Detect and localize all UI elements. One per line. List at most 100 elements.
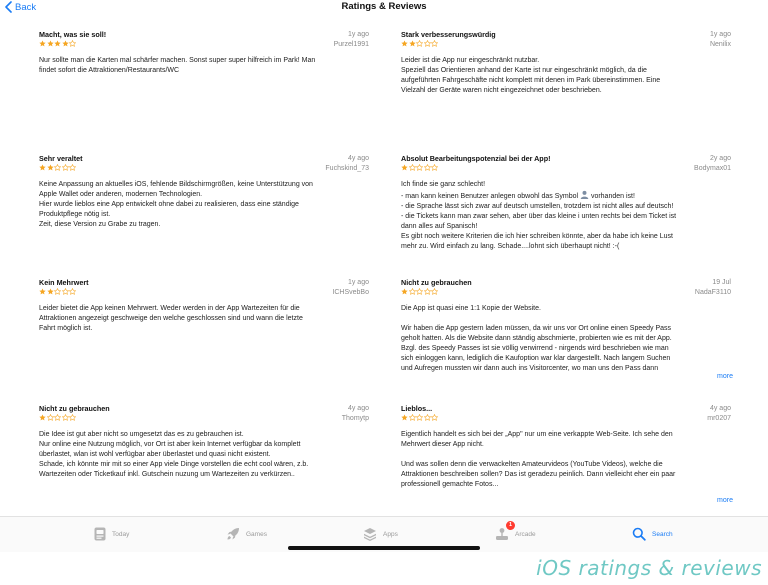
star-empty-icon — [416, 288, 424, 295]
star-empty-icon — [423, 40, 431, 47]
star-empty-icon — [61, 288, 69, 295]
star-empty-icon — [431, 414, 439, 421]
review-body: Eigentlich handelt es sich bei der „App"… — [401, 431, 676, 488]
review-date: 19 Jul — [712, 279, 731, 286]
star-empty-icon — [408, 414, 416, 421]
tab-label: Apps — [383, 530, 398, 538]
review-body-part: vorhanden ist! - die Sprache lässt sich … — [401, 193, 677, 250]
star-filled-icon — [54, 40, 61, 47]
star-filled-icon — [39, 40, 46, 47]
review-body: Die Idee ist gut aber nicht so umgesetzt… — [39, 431, 309, 478]
more-link[interactable]: more — [717, 496, 733, 506]
review-title: Stark verbesserungswürdig — [401, 30, 496, 39]
tab-apps[interactable]: Apps — [363, 525, 398, 543]
review-title: Sehr veraltet — [39, 154, 83, 163]
review-body: Die App ist quasi eine 1:1 Kopie der Web… — [401, 305, 672, 372]
star-filled-icon — [39, 288, 46, 295]
star-filled-icon — [39, 414, 46, 421]
star-rating — [39, 288, 77, 295]
today-icon — [94, 527, 106, 541]
review-title: Lieblos... — [401, 404, 433, 413]
star-filled-icon — [46, 40, 54, 47]
star-empty-icon — [408, 288, 416, 295]
review-card[interactable]: Nicht zu gebrauchen 19 Jul NadaF3110 Die… — [401, 278, 733, 396]
tab-today[interactable]: Today — [94, 525, 129, 543]
review-body: Leider ist die App nur eingeschränkt nut… — [401, 57, 661, 94]
review-author: Nenilix — [709, 41, 731, 48]
review-author: NadaF3110 — [694, 289, 731, 296]
review-title: Absolut Bearbeitungspotenzial bei der Ap… — [401, 154, 551, 163]
review-body-part: Ich finde sie ganz schlecht! - man kann … — [401, 181, 579, 200]
star-filled-icon — [39, 164, 46, 171]
star-empty-icon — [69, 40, 77, 47]
review-card[interactable]: Nicht zu gebrauchen 4y ago Thomytp Die I… — [39, 404, 369, 522]
review-title: Nicht zu gebrauchen — [401, 278, 472, 287]
more-link[interactable]: more — [717, 372, 733, 382]
review-title: Kein Mehrwert — [39, 278, 89, 287]
games-rocket-icon — [227, 528, 239, 540]
star-filled-icon — [401, 164, 408, 171]
tab-label: Arcade — [515, 530, 536, 538]
star-empty-icon — [423, 414, 431, 421]
review-date: 4y ago — [347, 155, 369, 162]
review-title: Nicht zu gebrauchen — [39, 404, 110, 413]
review-card[interactable]: Absolut Bearbeitungspotenzial bei der Ap… — [401, 154, 731, 272]
star-rating — [401, 288, 439, 295]
review-date: 1y ago — [347, 31, 369, 38]
tab-label: Today — [112, 530, 130, 538]
page-title: Ratings & Reviews — [341, 1, 427, 12]
star-empty-icon — [431, 40, 439, 47]
star-empty-icon — [408, 164, 416, 171]
user-profile-icon — [580, 190, 589, 199]
navigation-bar: Back Ratings & Reviews — [0, 0, 768, 14]
star-filled-icon — [408, 40, 416, 47]
review-date: 1y ago — [347, 279, 369, 286]
star-empty-icon — [431, 164, 439, 171]
star-filled-icon — [62, 40, 69, 47]
review-body: Nur sollte man die Karten mal schärfer m… — [39, 57, 316, 74]
review-date: 4y ago — [347, 405, 369, 412]
review-card[interactable]: Kein Mehrwert 1y ago ICHSvebBo Leider bi… — [39, 278, 369, 396]
review-author: Fuchskind_73 — [325, 165, 369, 172]
star-rating — [39, 414, 77, 421]
star-empty-icon — [61, 414, 69, 421]
star-empty-icon — [416, 164, 424, 171]
watermark-caption: iOS ratings & reviews — [536, 556, 762, 580]
star-filled-icon — [401, 40, 408, 47]
star-rating — [39, 164, 77, 171]
star-filled-icon — [401, 288, 408, 295]
review-card[interactable]: Lieblos... 4y ago mr0207 Eigentlich hand… — [401, 404, 733, 522]
star-filled-icon — [46, 164, 54, 171]
star-empty-icon — [416, 40, 424, 47]
tab-games[interactable]: Games — [226, 525, 267, 543]
star-empty-icon — [423, 164, 431, 171]
star-empty-icon — [69, 288, 77, 295]
star-empty-icon — [69, 164, 77, 171]
review-date: 2y ago — [709, 155, 731, 162]
review-date: 1y ago — [709, 31, 731, 38]
review-card[interactable]: Macht, was sie soll! 1y ago Purzel1991 N… — [39, 30, 369, 148]
star-empty-icon — [61, 164, 69, 171]
review-author: ICHSvebBo — [332, 289, 369, 296]
star-rating — [401, 164, 439, 171]
review-body: Ich finde sie ganz schlecht! - man kann … — [401, 180, 731, 252]
review-date: 4y ago — [709, 405, 731, 412]
review-body: Leider bietet die App keinen Mehrwert. W… — [39, 305, 303, 332]
star-empty-icon — [69, 414, 77, 421]
tab-arcade[interactable]: 1 Arcade — [495, 521, 536, 543]
star-rating — [39, 40, 77, 47]
review-author: mr0207 — [707, 415, 731, 422]
star-empty-icon — [54, 288, 62, 295]
tab-search[interactable]: Search — [632, 525, 673, 543]
star-empty-icon — [431, 288, 439, 295]
star-filled-icon — [401, 414, 408, 421]
review-card[interactable]: Stark verbesserungswürdig 1y ago Nenilix… — [401, 30, 731, 148]
star-rating — [401, 414, 439, 421]
review-author: Purzel1991 — [333, 41, 369, 48]
star-rating — [401, 40, 439, 47]
review-body: Keine Anpassung an aktuelles iOS, fehlen… — [39, 181, 313, 228]
review-title: Macht, was sie soll! — [39, 30, 107, 39]
tab-label: Search — [652, 530, 673, 538]
review-card[interactable]: Sehr veraltet 4y ago Fuchskind_73 Keine … — [39, 154, 369, 272]
search-icon — [632, 527, 646, 541]
